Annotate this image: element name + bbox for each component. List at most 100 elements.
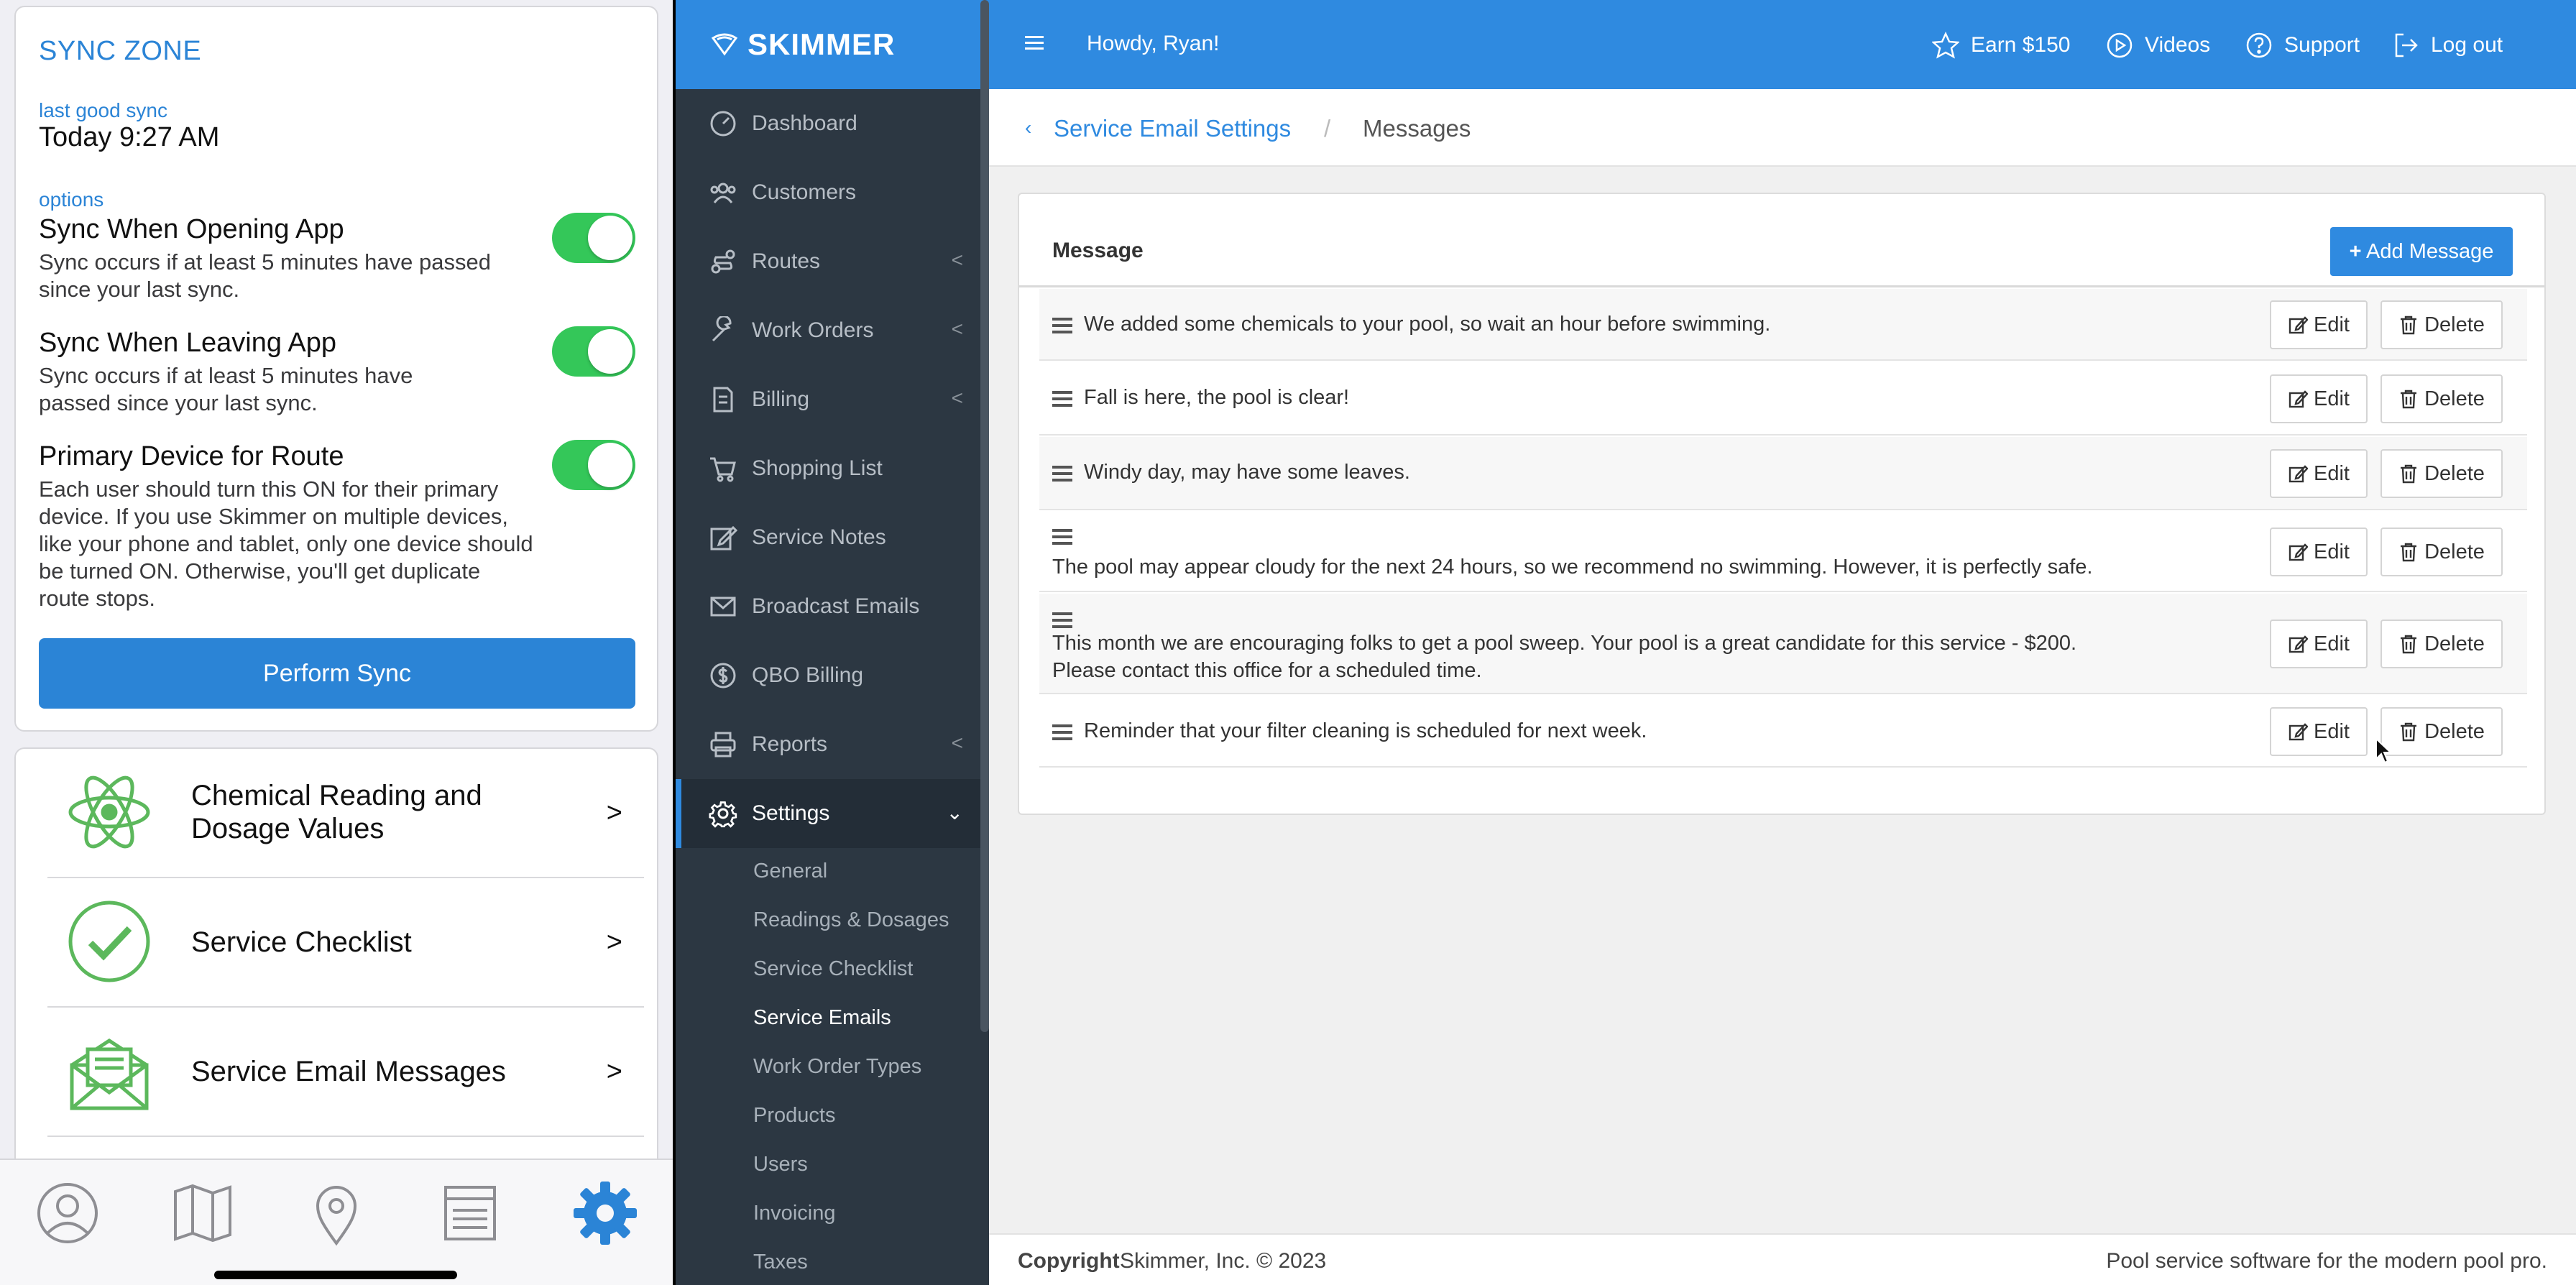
list-icon[interactable] (434, 1177, 506, 1249)
logo[interactable]: SKIMMER (676, 0, 989, 89)
settings-sub-products[interactable]: Products (753, 1104, 835, 1128)
menu-item-service-email-messages[interactable]: Service Email Messages > (47, 1008, 644, 1137)
edit-label: Edit (2314, 540, 2350, 563)
greeting: Howdy, Ryan! (1087, 32, 1220, 55)
delete-label: Delete (2424, 461, 2485, 485)
drag-handle-icon[interactable] (1052, 612, 1072, 628)
delete-button[interactable]: Delete (2380, 449, 2503, 498)
breadcrumb-separator: / (1324, 115, 1331, 142)
trash-icon (2401, 635, 2417, 654)
sidebar-item-qbo-billing[interactable]: QBO Billing (676, 641, 989, 710)
edit-button[interactable]: Edit (2270, 528, 2368, 576)
drag-handle-icon[interactable] (1052, 466, 1072, 482)
edit-button[interactable]: Edit (2270, 374, 2368, 423)
message-text: This month we are encouraging folks to g… (1052, 632, 2077, 655)
sidebar-item-shopping-list[interactable]: Shopping List (676, 434, 989, 503)
option-primary-device-title: Primary Device for Route (39, 441, 344, 471)
edit-icon (2288, 465, 2308, 483)
mobile-app-panel: SYNC ZONE last good sync Today 9:27 AM o… (0, 0, 673, 1285)
add-message-button[interactable]: + Add Message (2330, 227, 2513, 276)
option-primary-device-desc: Each user should turn this ON for their … (39, 476, 533, 611)
menu-item-chemical-readings[interactable]: Chemical Reading and Dosage Values > (47, 749, 644, 878)
sync-zone-card: SYNC ZONE last good sync Today 9:27 AM o… (14, 6, 658, 732)
settings-sub-taxes[interactable]: Taxes (753, 1251, 808, 1274)
delete-button[interactable]: Delete (2380, 528, 2503, 576)
sidebar-item-customers[interactable]: Customers (676, 158, 989, 227)
edit-button[interactable]: Edit (2270, 449, 2368, 498)
sidebar-item-service-notes[interactable]: Service Notes (676, 503, 989, 572)
message-text: Fall is here, the pool is clear! (1084, 386, 1350, 409)
copyright-text: Skimmer, Inc. © 2023 (1120, 1249, 1327, 1273)
menu-item-service-checklist[interactable]: Service Checklist > (47, 878, 644, 1008)
settings-sub-users[interactable]: Users (753, 1153, 808, 1176)
plus-icon: + (2349, 239, 2362, 263)
edit-button[interactable]: Edit (2270, 620, 2368, 668)
earn-link[interactable]: Earn $150 (1932, 32, 2070, 59)
sidebar-label: Billing (752, 387, 810, 411)
menu-label-checklist: Service Checklist (191, 926, 412, 958)
delete-button[interactable]: Delete (2380, 707, 2503, 756)
settings-sub-general[interactable]: General (753, 860, 827, 883)
logo-text: SKIMMER (748, 27, 896, 61)
hamburger-menu-icon[interactable] (1025, 34, 1044, 52)
support-link[interactable]: Support (2245, 32, 2360, 59)
settings-sub-service-emails[interactable]: Service Emails (753, 1006, 891, 1030)
settings-sub-readings[interactable]: Readings & Dosages (753, 908, 949, 932)
sidebar-label: Service Notes (752, 525, 886, 549)
settings-sub-invoicing[interactable]: Invoicing (753, 1202, 835, 1225)
sync-opening-toggle[interactable] (552, 213, 635, 263)
settings-sub-service-checklist[interactable]: Service Checklist (753, 957, 913, 981)
route-icon (711, 249, 735, 274)
sidebar-item-billing[interactable]: Billing < (676, 365, 989, 434)
videos-link[interactable]: Videos (2106, 32, 2210, 59)
back-chevron-icon[interactable]: ‹ (1025, 116, 1031, 139)
logout-icon (2395, 33, 2418, 57)
earn-label: Earn $150 (1971, 33, 2071, 57)
skimmer-logo-icon (711, 33, 738, 56)
edit-button[interactable]: Edit (2270, 300, 2368, 349)
sidebar-item-work-orders[interactable]: Work Orders < (676, 296, 989, 365)
sidebar-item-reports[interactable]: Reports < (676, 710, 989, 779)
location-pin-icon[interactable] (300, 1177, 372, 1249)
chevron-left-icon: < (951, 732, 963, 754)
sidebar-item-broadcast-emails[interactable]: Broadcast Emails (676, 572, 989, 641)
primary-device-toggle[interactable] (552, 440, 635, 490)
invoice-icon (713, 387, 733, 413)
map-icon[interactable] (167, 1177, 239, 1249)
drag-handle-icon[interactable] (1052, 529, 1072, 545)
play-circle-icon (2107, 32, 2133, 58)
sidebar-item-dashboard[interactable]: Dashboard (676, 89, 989, 158)
logout-link[interactable]: Log out (2392, 32, 2503, 59)
drag-handle-icon[interactable] (1052, 318, 1072, 333)
printer-icon (710, 732, 736, 757)
edit-icon (2288, 543, 2308, 561)
breadcrumb-parent-link[interactable]: Service Email Settings (1054, 115, 1291, 142)
sidebar-item-settings[interactable]: Settings ⌄ (676, 779, 989, 848)
table-row: This month we are encouraging folks to g… (1039, 594, 2527, 694)
sync-leaving-toggle[interactable] (552, 326, 635, 377)
option-sync-opening-title: Sync When Opening App (39, 214, 344, 244)
delete-button[interactable]: Delete (2380, 300, 2503, 349)
drag-handle-icon[interactable] (1052, 724, 1072, 740)
perform-sync-button[interactable]: Perform Sync (39, 638, 635, 709)
settings-gear-icon[interactable] (569, 1177, 641, 1249)
delete-button[interactable]: Delete (2380, 620, 2503, 668)
trash-icon (2401, 464, 2417, 484)
mouse-cursor-icon (2375, 737, 2392, 764)
menu-label-chemical: Chemical Reading and Dosage Values (191, 780, 482, 844)
sidebar-scrollbar[interactable] (980, 0, 989, 1032)
settings-sub-work-order-types[interactable]: Work Order Types (753, 1055, 921, 1079)
sidebar-item-routes[interactable]: Routes < (676, 227, 989, 296)
sidebar-label: Dashboard (752, 111, 857, 135)
sidebar-label: Shopping List (752, 456, 883, 480)
option-sync-leaving-title: Sync When Leaving App (39, 328, 337, 358)
menu-label-email: Service Email Messages (191, 1056, 506, 1087)
edit-label: Edit (2314, 461, 2350, 485)
messages-table-header: Message + Add Message (1019, 194, 2544, 287)
delete-button[interactable]: Delete (2380, 374, 2503, 423)
message-text: The pool may appear cloudy for the next … (1052, 556, 2093, 579)
edit-button[interactable]: Edit (2270, 707, 2368, 756)
profile-icon[interactable] (32, 1177, 104, 1249)
drag-handle-icon[interactable] (1052, 391, 1072, 407)
edit-label: Edit (2314, 313, 2350, 336)
